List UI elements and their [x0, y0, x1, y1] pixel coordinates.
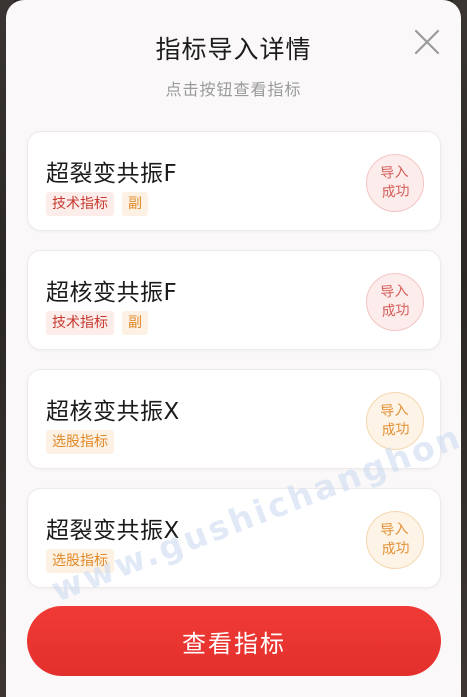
view-indicators-button[interactable]: 查看指标	[27, 606, 441, 676]
stamp-line-2: 成功	[381, 302, 411, 320]
indicator-tags: 技术指标 副	[46, 192, 148, 216]
indicator-tags: 技术指标 副	[46, 311, 148, 335]
indicator-tags: 选股指标	[46, 430, 114, 454]
import-success-stamp: 导入 成功	[364, 152, 426, 214]
stamp-line-2: 成功	[381, 183, 411, 201]
tag-technical: 技术指标	[46, 311, 114, 335]
indicator-card[interactable]: 超裂变共振F 技术指标 副 导入 成功	[27, 131, 441, 231]
indicator-name: 超裂变共振F	[46, 161, 178, 187]
stamp-line-1: 导入	[379, 283, 409, 301]
indicator-card[interactable]: 超核变共振X 选股指标 导入 成功	[27, 369, 441, 469]
import-success-stamp: 导入 成功	[364, 390, 426, 452]
stamp-line-1: 导入	[379, 521, 409, 539]
stamp-line-1: 导入	[379, 164, 409, 182]
stamp-line-2: 成功	[381, 421, 411, 439]
indicator-card[interactable]: 超裂变共振X 选股指标 导入 成功	[27, 488, 441, 588]
indicator-name: 超核变共振X	[46, 399, 180, 425]
close-button[interactable]	[411, 26, 443, 58]
indicator-name: 超核变共振F	[46, 280, 178, 306]
dialog-subtitle: 点击按钮查看指标	[165, 80, 302, 99]
stamp-line-1: 导入	[379, 402, 409, 420]
tag-secondary: 副	[122, 192, 148, 216]
tag-stock-picking: 选股指标	[46, 549, 114, 573]
indicator-tags: 选股指标	[46, 549, 114, 573]
tag-secondary: 副	[122, 311, 148, 335]
tag-technical: 技术指标	[46, 192, 114, 216]
tag-stock-picking: 选股指标	[46, 430, 114, 454]
close-icon	[414, 29, 440, 55]
import-success-stamp: 导入 成功	[364, 271, 426, 333]
stamp-line-2: 成功	[381, 540, 411, 558]
dialog-title: 指标导入详情	[155, 35, 312, 64]
indicator-card[interactable]: 超核变共振F 技术指标 副 导入 成功	[27, 250, 441, 350]
import-detail-dialog: 指标导入详情 点击按钮查看指标 超裂变共振F 技术指标 副 导入 成功 超核变共振…	[6, 0, 461, 697]
indicator-name: 超裂变共振X	[46, 518, 180, 544]
import-success-stamp: 导入 成功	[364, 509, 426, 571]
